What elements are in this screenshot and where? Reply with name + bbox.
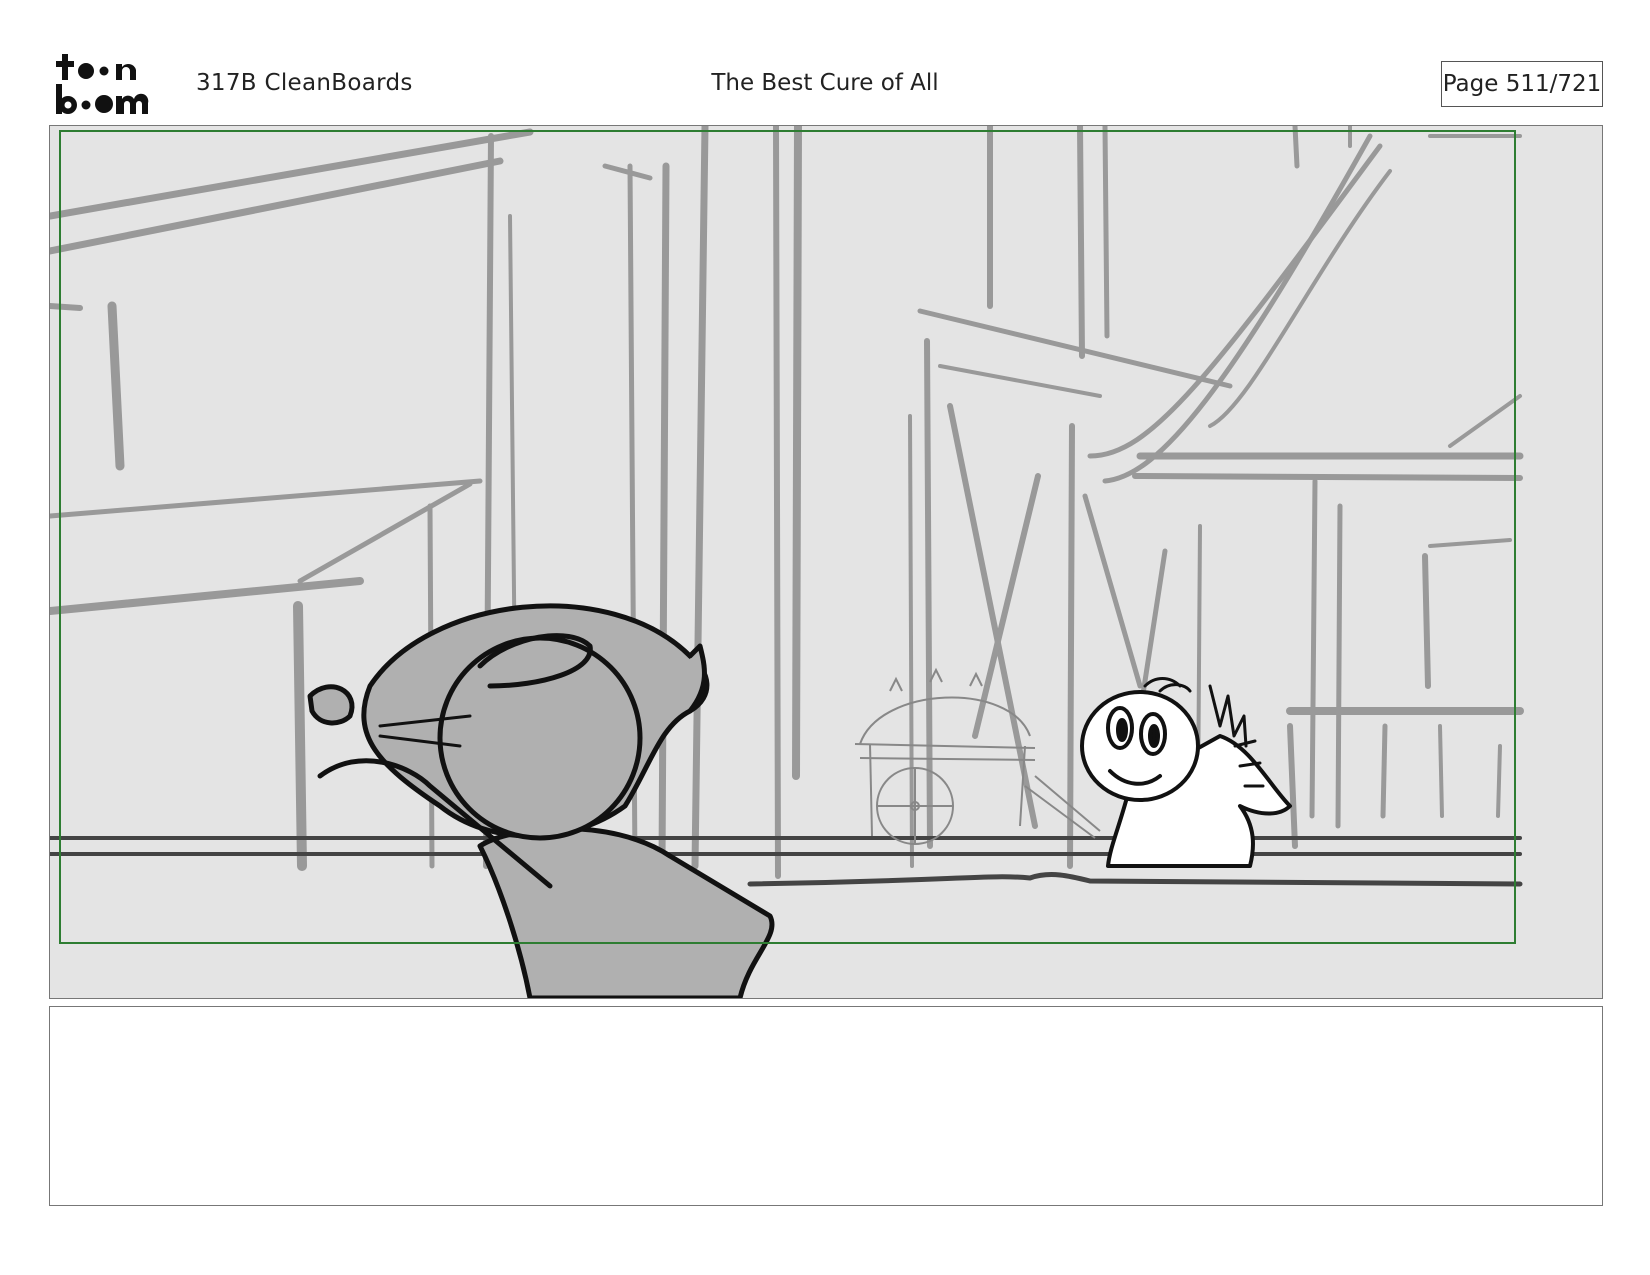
- background-sketch: [50, 126, 1524, 879]
- panel-drawing: [50, 126, 1524, 998]
- storyboard-panel: [49, 125, 1603, 999]
- cart: [854, 667, 1101, 845]
- page-indicator: Page 511/721: [1441, 61, 1603, 107]
- document-title: The Best Cure of All: [711, 70, 939, 96]
- character-foreground: [307, 603, 775, 998]
- panel-notes-box: [49, 1006, 1603, 1206]
- ground-lines: [50, 836, 1523, 887]
